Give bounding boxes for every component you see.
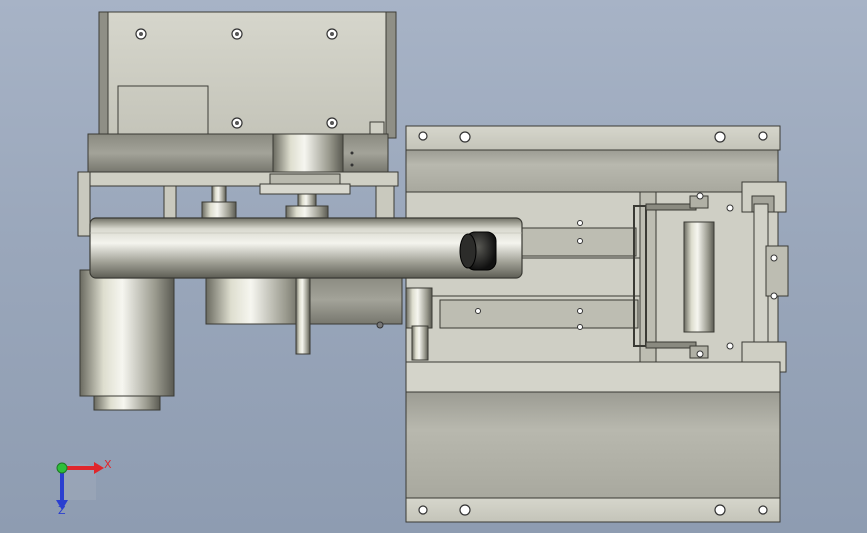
x-axis-label: X xyxy=(104,458,112,471)
drive-motor xyxy=(79,269,175,411)
y-axis-dot xyxy=(56,462,68,474)
coordinate-triad: X Z xyxy=(56,458,112,517)
x-axis-arrowhead xyxy=(94,462,104,474)
lower-base-plate xyxy=(405,361,781,523)
cad-viewport[interactable]: X Z xyxy=(0,0,867,533)
main-arm xyxy=(89,217,523,279)
upper-belt-housing xyxy=(77,133,399,195)
gearbox-housing xyxy=(205,275,433,361)
z-axis-label: Z xyxy=(58,504,66,517)
adjustment-knob xyxy=(459,231,497,271)
assembly-drawing: X Z xyxy=(56,11,789,523)
